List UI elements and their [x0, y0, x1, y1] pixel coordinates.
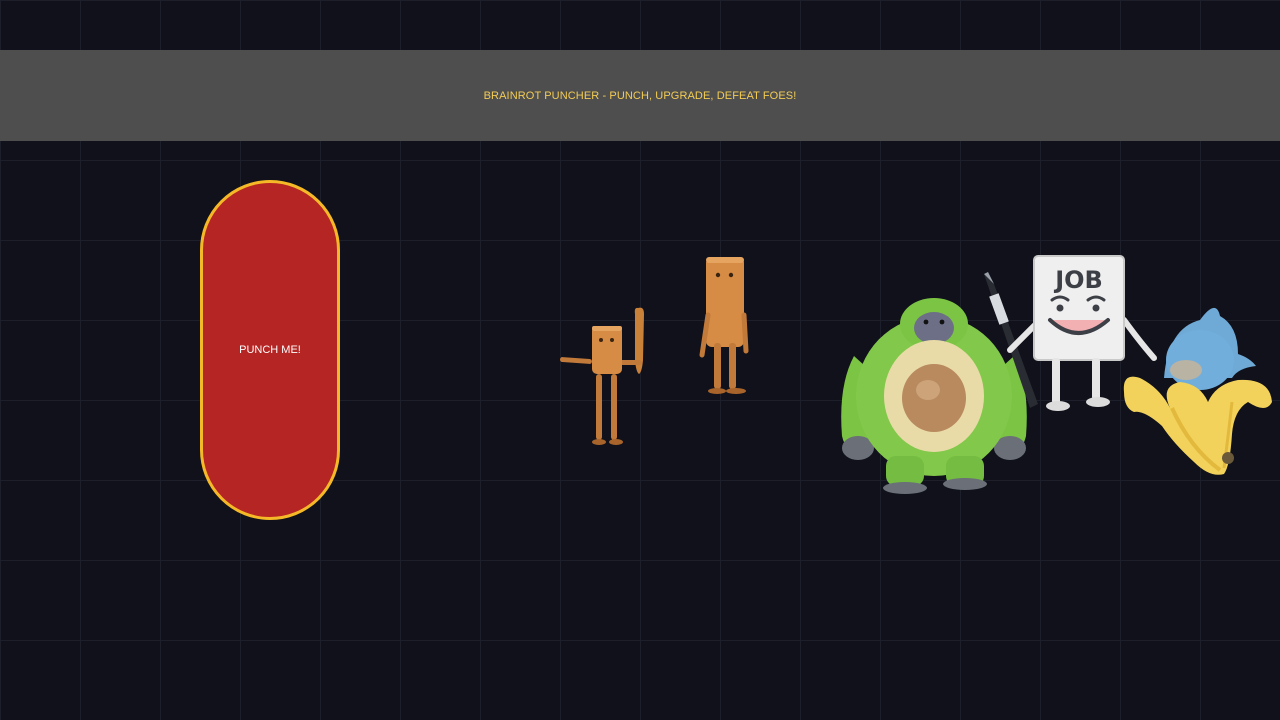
- punch-button[interactable]: PUNCH ME!: [200, 180, 340, 520]
- job-sign-text: JOB: [1053, 266, 1103, 294]
- wooden-figure-standing-icon[interactable]: [698, 255, 758, 397]
- punch-button-label: PUNCH ME!: [239, 344, 301, 356]
- banana-dolphin-icon[interactable]: [1120, 298, 1276, 480]
- game-title: BRAINROT PUNCHER - PUNCH, UPGRADE, DEFEA…: [483, 89, 797, 102]
- title-banner: BRAINROT PUNCHER - PUNCH, UPGRADE, DEFEA…: [0, 50, 1280, 141]
- wooden-figure-with-bat-icon[interactable]: [556, 300, 656, 450]
